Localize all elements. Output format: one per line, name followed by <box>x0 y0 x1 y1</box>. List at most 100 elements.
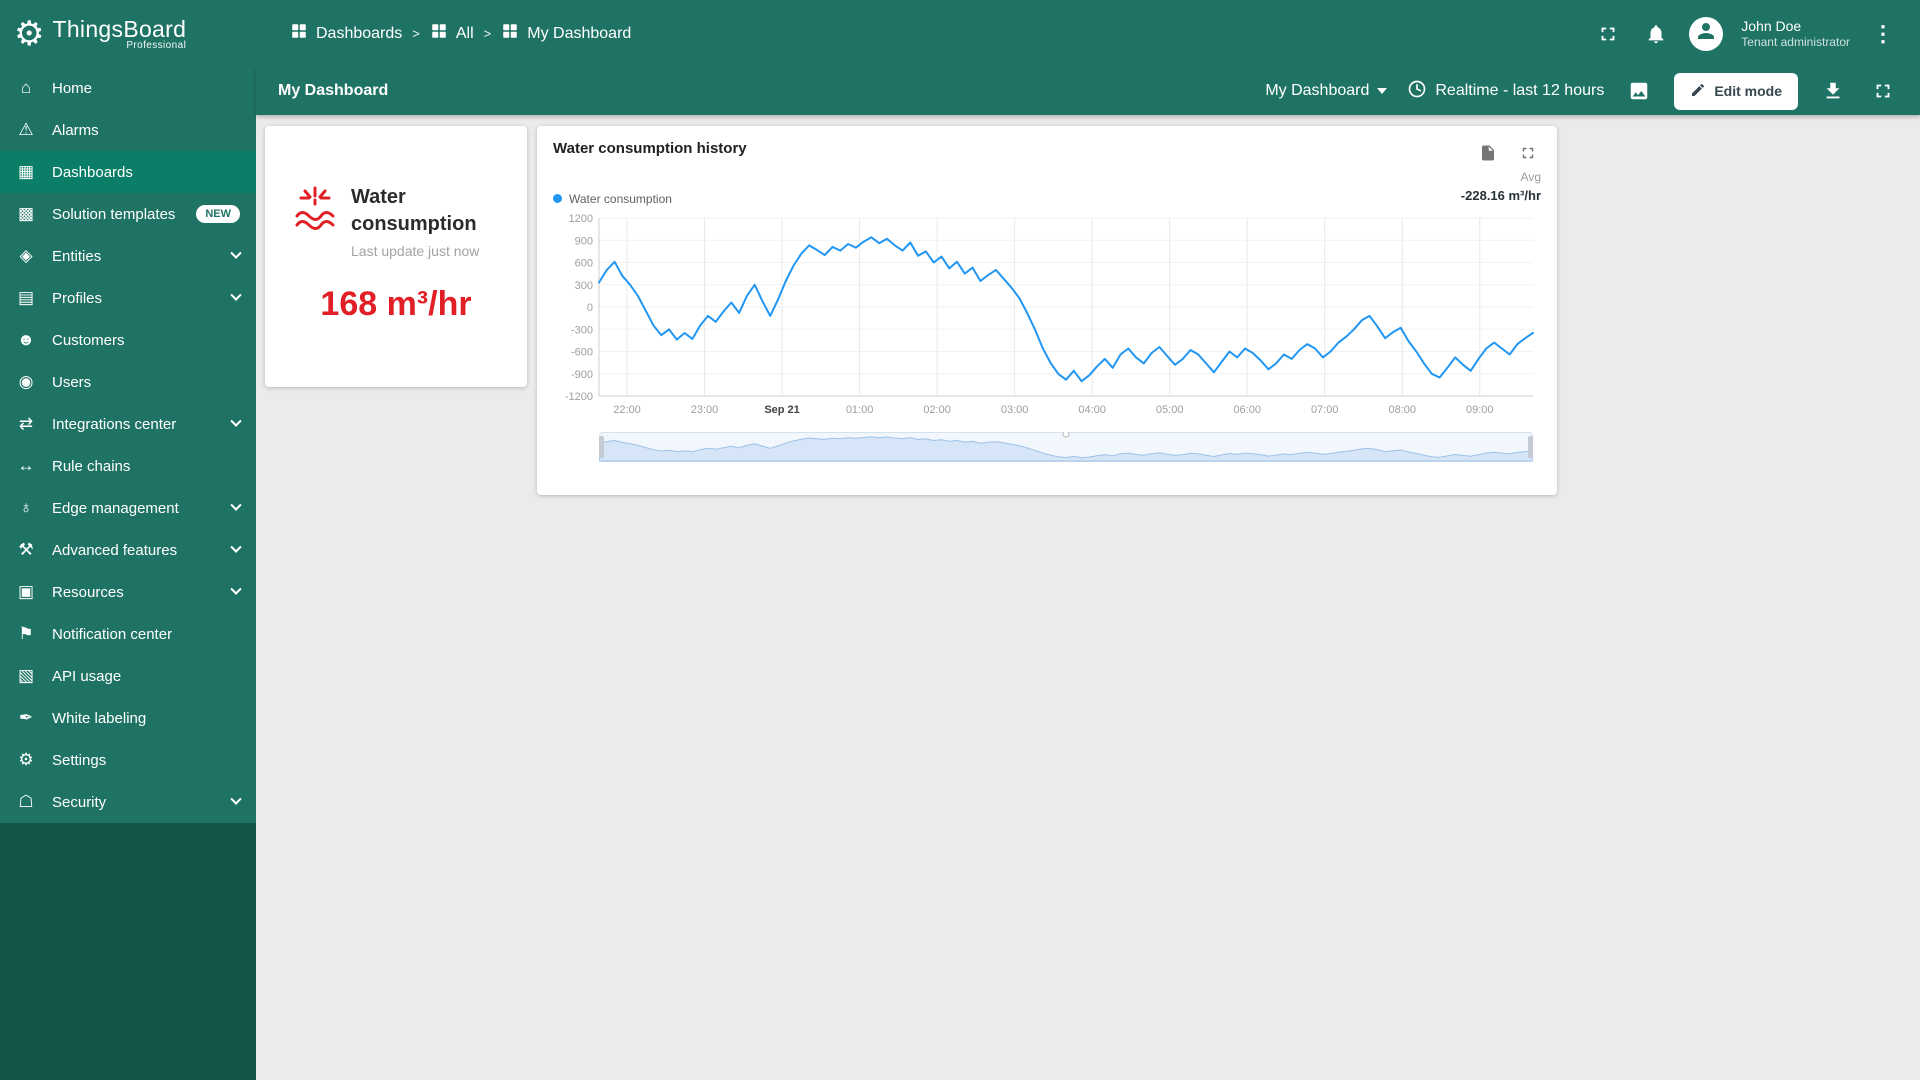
download-button[interactable] <box>1818 76 1848 106</box>
page-title: My Dashboard <box>278 82 389 99</box>
dashboard-toolbar: My Dashboard My Dashboard Realtime - las… <box>256 67 1920 115</box>
breadcrumb-item-my-dashboard[interactable]: My Dashboard <box>501 22 631 45</box>
svg-text:1200: 1200 <box>569 213 593 225</box>
sidebar-item-profiles[interactable]: ▤ Profiles <box>0 277 256 319</box>
timewindow-button[interactable]: Realtime - last 12 hours <box>1407 79 1604 104</box>
brand-logo[interactable]: ⚙ ThingsBoard Professional <box>0 0 256 67</box>
breadcrumb-item-all[interactable]: All <box>430 22 474 45</box>
svg-text:Sep 21: Sep 21 <box>764 404 799 416</box>
sidebar-item-label: Home <box>52 79 93 97</box>
dashboard-grid-icon <box>430 22 448 45</box>
brand-subtitle: Professional <box>126 40 187 51</box>
svg-text:08:00: 08:00 <box>1388 404 1416 416</box>
timewindow-label: Realtime - last 12 hours <box>1435 82 1605 99</box>
dashboards-icon: ▦ <box>17 162 35 181</box>
dashboard-grid-icon <box>290 22 308 45</box>
line-chart[interactable]: 1200 900 600 300 0 -300 -600 -900 -1200 22:00 23:0… <box>553 210 1541 426</box>
avatar[interactable] <box>1689 16 1724 51</box>
white-labeling-icon: ✒ <box>18 708 34 727</box>
water-widget-title: Water consumption <box>351 186 477 235</box>
agg-value: -228.16 m³/hr <box>1460 188 1541 203</box>
sidebar-item-label: Users <box>52 373 92 391</box>
header-actions: John Doe Tenant administrator ⋮ <box>1593 16 1898 51</box>
sidebar-item-advanced-features[interactable]: ⚒ Advanced features <box>0 529 256 571</box>
sidebar-item-alarms[interactable]: ⚠ Alarms <box>0 109 256 151</box>
sidebar-item-api-usage[interactable]: ▧ API usage <box>0 655 256 697</box>
expand-dashboard-button[interactable] <box>1868 76 1898 106</box>
edit-mode-button[interactable]: Edit mode <box>1674 72 1798 110</box>
water-widget-subtitle: Last update just now <box>351 243 480 259</box>
main-column: Dashboards > All > My Dashboard John Doe… <box>256 0 1920 1080</box>
svg-text:05:00: 05:00 <box>1156 404 1184 416</box>
sidebar-item-home[interactable]: ⌂ Home <box>0 67 256 109</box>
sidebar-item-solution-templates[interactable]: ▩ Solution templates NEW <box>0 193 256 235</box>
agg-label: Avg <box>1520 170 1541 184</box>
sidebar-item-dashboards[interactable]: ▦ Dashboards <box>0 151 256 193</box>
chart-actions <box>1475 140 1541 166</box>
sidebar-item-label: Entities <box>52 247 102 265</box>
svg-text:600: 600 <box>575 257 593 269</box>
chart-navigator[interactable] <box>599 431 1533 462</box>
dashboard-image-button[interactable] <box>1624 76 1654 106</box>
chart-navigator-wrap <box>599 431 1541 462</box>
brand-name: ThingsBoard <box>52 16 187 42</box>
integrations-icon: ⇄ <box>18 414 34 433</box>
sidebar-item-label: Security <box>52 793 107 811</box>
alarms-icon: ⚠ <box>18 120 34 139</box>
home-icon: ⌂ <box>20 78 32 97</box>
breadcrumb-item-dashboards[interactable]: Dashboards <box>290 22 402 45</box>
more-menu-icon[interactable]: ⋮ <box>1868 21 1898 47</box>
customers-icon: ☻ <box>17 330 35 349</box>
sidebar-item-edge-management[interactable]: ♁ Edge management <box>0 487 256 529</box>
chevron-down-icon <box>230 499 242 511</box>
legend-dot-icon <box>553 194 562 203</box>
sidebar-item-entities[interactable]: ◈ Entities <box>0 235 256 277</box>
sidebar-item-rule-chains[interactable]: ↔ Rule chains <box>0 445 256 487</box>
sidebar-item-users[interactable]: ◉ Users <box>0 361 256 403</box>
chart-title: Water consumption history <box>553 140 747 157</box>
widget-fullscreen-button[interactable] <box>1515 140 1541 166</box>
breadcrumb-label: My Dashboard <box>527 24 632 42</box>
water-value: 168 m³/hr <box>320 285 472 323</box>
sidebar-item-settings[interactable]: ⚙ Settings <box>0 739 256 781</box>
sidebar-item-label: Settings <box>52 751 107 769</box>
user-info[interactable]: John Doe Tenant administrator <box>1741 17 1850 51</box>
svg-text:09:00: 09:00 <box>1466 404 1494 416</box>
chart-widget-header: Water consumption history <box>553 140 1541 166</box>
svg-text:22:00: 22:00 <box>613 404 641 416</box>
advanced-icon: ⚒ <box>18 540 34 559</box>
sidebar-item-notification-center[interactable]: ⚑ Notification center <box>0 613 256 655</box>
sidebar-item-label: Rule chains <box>52 457 131 475</box>
sidebar-item-label: White labeling <box>52 709 147 727</box>
api-icon: ▧ <box>17 666 35 685</box>
sidebar-item-resources[interactable]: ▣ Resources <box>0 571 256 613</box>
top-header: Dashboards > All > My Dashboard John Doe… <box>256 0 1920 67</box>
sidebar-item-white-labeling[interactable]: ✒ White labeling <box>0 697 256 739</box>
sidebar: ⚙ ThingsBoard Professional ⌂ Home ⚠ Alarms ▦… <box>0 0 256 1080</box>
svg-text:07:00: 07:00 <box>1311 404 1339 416</box>
sidebar-item-label: Integrations center <box>52 415 177 433</box>
expand-icon <box>1872 80 1894 102</box>
edge-icon: ♁ <box>19 498 33 517</box>
water-consumption-widget[interactable]: Water consumption Last update just now 1… <box>265 126 527 387</box>
fullscreen-button[interactable] <box>1593 19 1623 49</box>
sidebar-item-label: Edge management <box>52 499 179 517</box>
export-data-button[interactable] <box>1475 140 1501 166</box>
svg-text:300: 300 <box>575 279 593 291</box>
sidebar-item-label: Customers <box>52 331 125 349</box>
svg-text:03:00: 03:00 <box>1001 404 1029 416</box>
dashboard-selector[interactable]: My Dashboard <box>1265 82 1388 100</box>
sidebar-item-label: Dashboards <box>52 163 133 181</box>
legend-item[interactable]: Water consumption <box>553 192 672 206</box>
new-badge: NEW <box>196 205 240 223</box>
notifications-button[interactable] <box>1641 19 1671 49</box>
sidebar-item-integrations-center[interactable]: ⇄ Integrations center <box>0 403 256 445</box>
sidebar-item-customers[interactable]: ☻ Customers <box>0 319 256 361</box>
sidebar-item-security[interactable]: ☖ Security <box>0 781 256 823</box>
sidebar-item-label: Alarms <box>52 121 99 139</box>
file-export-icon <box>1479 144 1497 162</box>
toolbar-actions: My Dashboard Realtime - last 12 hours Ed… <box>1265 72 1898 110</box>
rule-chains-icon: ↔ <box>17 456 35 475</box>
thingsboard-logo-icon: ⚙ <box>14 14 45 53</box>
aggregation-readout: Avg -228.16 m³/hr <box>1461 168 1541 206</box>
